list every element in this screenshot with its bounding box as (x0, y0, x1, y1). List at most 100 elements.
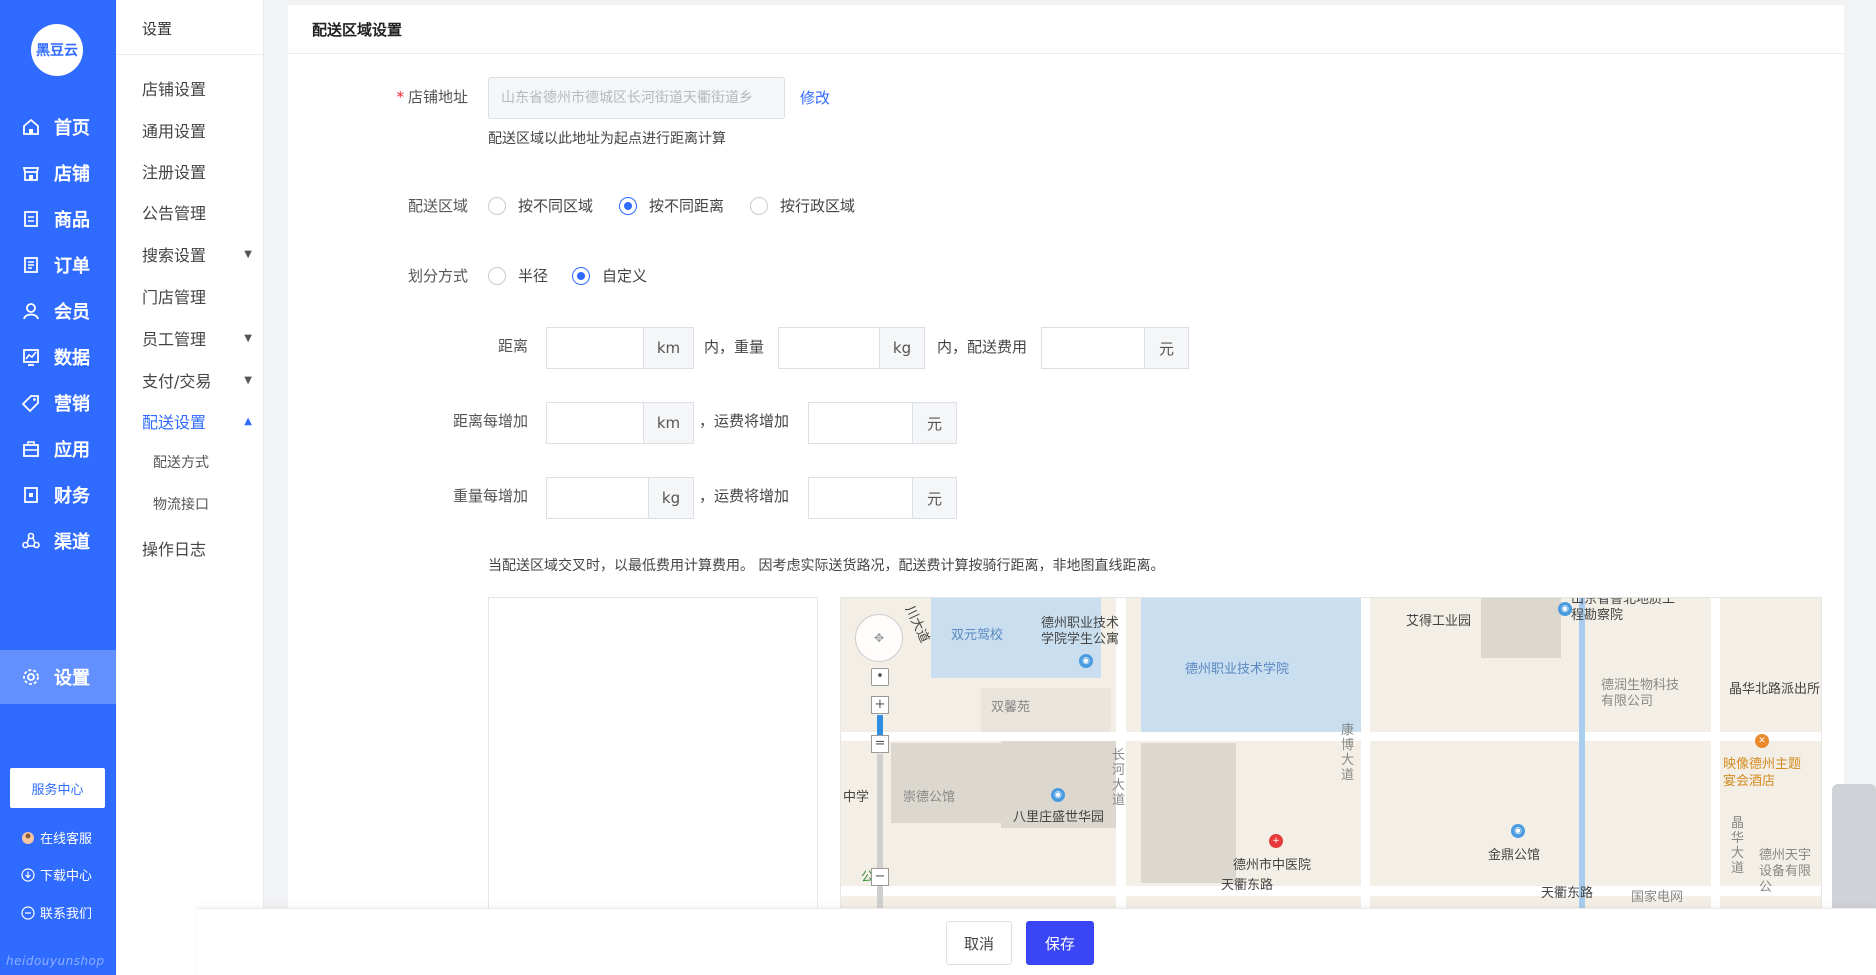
contact-us-link[interactable]: 联系我们 (20, 903, 92, 922)
zoom-in-button[interactable]: + (871, 696, 889, 714)
chart-icon (20, 346, 42, 368)
submenu-label: 通用设置 (142, 122, 207, 141)
cancel-button[interactable]: 取消 (946, 921, 1012, 965)
nav-item-settings[interactable]: 设置 (0, 650, 116, 704)
radio-label: 按行政区域 (780, 197, 856, 215)
delivery-zone-card: 配送区域设置 * 店铺地址 山东省德州市德城区长河街道天衢街道乡 修改 配送区域以… (288, 5, 1844, 975)
radio-dot (619, 196, 637, 215)
distance-input[interactable] (546, 327, 644, 369)
submenu-operation-log[interactable]: 操作日志 (142, 536, 252, 560)
nav-label: 会员 (54, 302, 90, 323)
radio-dot (750, 196, 768, 215)
submenu-logistics-api[interactable]: 物流接口 (153, 494, 209, 514)
distance-fee-increment-input[interactable] (808, 402, 913, 444)
store-icon (20, 162, 42, 184)
weight-input[interactable] (778, 327, 880, 369)
service-center-button[interactable]: 服务中心 (10, 768, 105, 808)
distance-increment-label: 距离每增加 (452, 412, 528, 430)
radio-custom[interactable]: 自定义 (572, 265, 647, 286)
submenu-label: 支付/交易 (142, 372, 212, 391)
radio-label: 自定义 (602, 267, 648, 285)
gear-icon (20, 666, 42, 688)
map-label: 晶华大道 (1731, 816, 1745, 876)
radio-by-region[interactable]: 按不同区域 (488, 195, 593, 216)
save-button[interactable]: 保存 (1026, 921, 1094, 965)
map-pan-control[interactable]: ✥ (855, 614, 903, 662)
map-label: 双馨苑 (991, 700, 1031, 715)
submenu-delivery-settings[interactable]: 配送设置 ▲ (142, 409, 252, 433)
nav-label: 设置 (54, 668, 90, 689)
submenu-notice-management[interactable]: 公告管理 (142, 200, 252, 224)
submenu-delivery-method[interactable]: 配送方式 (153, 452, 209, 472)
map-label: 德州职业技术学院学生公寓 (1041, 616, 1120, 647)
fee-input[interactable] (1041, 327, 1145, 369)
edit-address-link[interactable]: 修改 (800, 87, 830, 108)
minus-circle-icon (20, 905, 36, 921)
map-label: 中学 (843, 790, 870, 805)
goods-icon (20, 208, 42, 230)
map-poi-icon: ✕ (1755, 734, 1769, 748)
map-label: 康博大道 (1341, 723, 1355, 783)
submenu-label: 公告管理 (142, 204, 207, 223)
nav-label: 财务 (54, 486, 90, 507)
radio-label: 按不同区域 (518, 197, 594, 215)
main-nav: 黑豆云 首页 店铺 商品 订单 会员 数据 营销 应用 财务 渠道 设置 服务中… (0, 0, 116, 975)
unit-km: km (644, 327, 694, 369)
online-service-link[interactable]: 在线客服 (20, 828, 92, 847)
within-weight-text: 内，重量 (704, 338, 765, 356)
submenu-store-settings[interactable]: 店铺设置 (142, 76, 252, 100)
fee-increase-text: ，运费将增加 (699, 412, 790, 430)
settings-submenu: 设置 店铺设置 通用设置 注册设置 公告管理 搜索设置 ▼ 门店管理 员工管理 ▼ … (116, 0, 264, 975)
submenu-search-settings[interactable]: 搜索设置 ▼ (142, 242, 252, 266)
label-text: 店铺地址 (407, 88, 468, 106)
radio-dot (488, 266, 506, 285)
submenu-divider (116, 54, 264, 55)
submenu-payment[interactable]: 支付/交易 ▼ (142, 368, 252, 392)
map-label: 国家电网 (1631, 890, 1684, 905)
download-center-link[interactable]: 下载中心 (20, 865, 92, 884)
nav-label: 订单 (54, 256, 90, 277)
tag-icon (20, 392, 42, 414)
distance-label: 距离 (497, 337, 528, 355)
delivery-zone-label: 配送区域 (407, 197, 468, 215)
distance-increment-input[interactable] (546, 402, 644, 444)
radio-label: 按不同距离 (649, 197, 725, 215)
weight-increment-label: 重量每增加 (452, 487, 528, 505)
submenu-register-settings[interactable]: 注册设置 (142, 159, 252, 183)
nav-item-channel[interactable]: 渠道 (0, 514, 116, 568)
map-locate-button[interactable]: • (871, 668, 889, 686)
submenu-store-management[interactable]: 门店管理 (142, 284, 252, 308)
map-building (1141, 743, 1236, 883)
radio-label: 半径 (518, 267, 549, 285)
required-mark: * (396, 88, 404, 106)
zoom-slider-handle[interactable]: = (871, 735, 889, 753)
within-fee-text: 内，配送费用 (937, 338, 1028, 356)
address-hint: 配送区域以此地址为起点进行距离计算 (488, 131, 726, 147)
map-label: 崇德公馆 (903, 790, 956, 805)
footer-action-bar: 取消 保存 (198, 908, 1876, 975)
brand-watermark: heidouyunshop (6, 954, 105, 968)
radio-by-admin-region[interactable]: 按行政区域 (750, 195, 855, 216)
map-label: 映像德州主题宴会酒店 (1723, 757, 1802, 789)
radio-radius[interactable]: 半径 (488, 265, 548, 286)
radio-by-distance[interactable]: 按不同距离 (619, 195, 724, 216)
zoom-out-button[interactable]: − (871, 868, 889, 886)
weight-fee-increment-input[interactable] (808, 477, 913, 519)
weight-increment-input[interactable] (546, 477, 649, 519)
contact-us-label: 联系我们 (40, 907, 93, 922)
caret-up-icon: ▲ (244, 415, 252, 427)
nav-label: 数据 (54, 348, 90, 369)
map-poi-icon: + (1269, 834, 1283, 848)
submenu-general-settings[interactable]: 通用设置 (142, 118, 252, 142)
network-speed-widget[interactable] (1832, 784, 1876, 914)
map-poi-icon: ◉ (1079, 654, 1093, 668)
submenu-label: 搜索设置 (142, 246, 207, 265)
brand-logo[interactable]: 黑豆云 (31, 24, 83, 76)
map-label: 长河大道 (1112, 748, 1126, 808)
map-label: 晶华北路派出所 (1729, 682, 1821, 697)
submenu-label: 员工管理 (142, 330, 207, 349)
submenu-staff-management[interactable]: 员工管理 ▼ (142, 326, 252, 350)
caret-down-icon: ▼ (244, 248, 252, 260)
unit-yuan: 元 (913, 402, 957, 444)
home-icon (20, 116, 42, 138)
